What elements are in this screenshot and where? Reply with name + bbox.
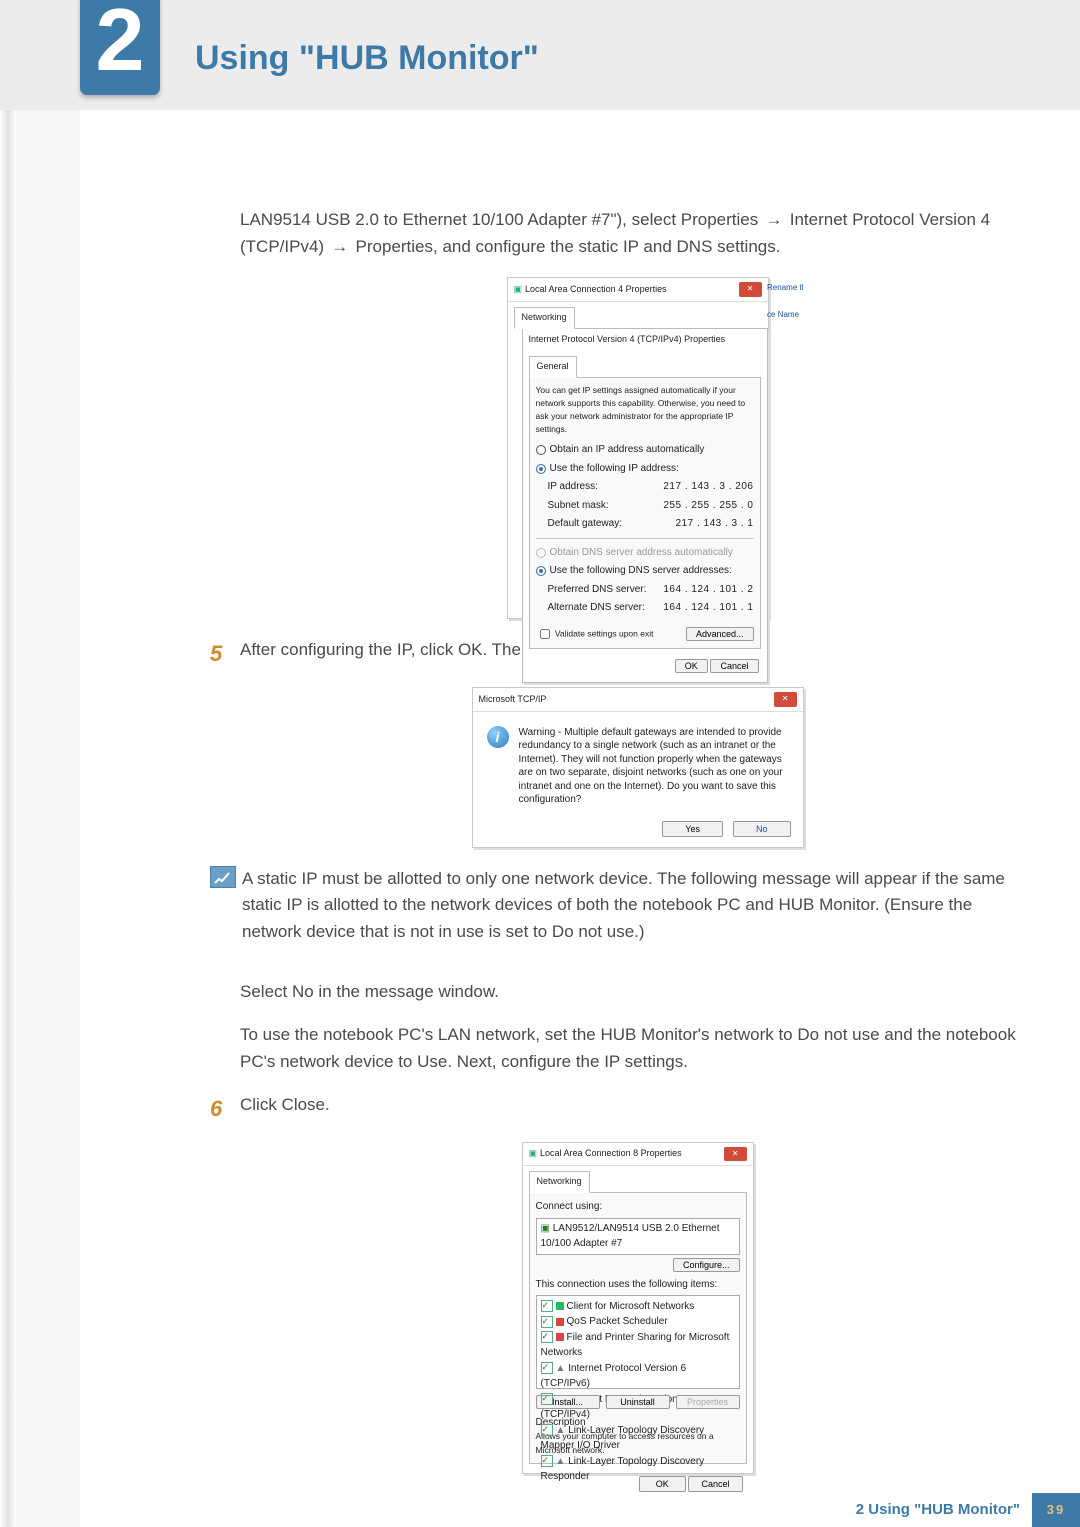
- window-title-bar: ▣ Local Area Connection 8 Properties ✕: [523, 1143, 753, 1166]
- field-default-gateway: Default gateway:217 . 143 . 3 . 1: [548, 516, 754, 532]
- connection-items-listbox[interactable]: Client for Microsoft Networks QoS Packet…: [536, 1295, 740, 1389]
- list-item[interactable]: File and Printer Sharing for Microsoft N…: [541, 1330, 735, 1361]
- close-icon[interactable]: ✕: [774, 692, 797, 706]
- info-icon: i: [487, 726, 509, 748]
- connection-items-label: This connection uses the following items…: [536, 1277, 740, 1293]
- uninstall-button[interactable]: Uninstall: [606, 1395, 670, 1409]
- arrow-right-icon: →: [329, 234, 351, 260]
- no-button[interactable]: No: [733, 821, 791, 837]
- intro-paragraph: LAN9514 USB 2.0 to Ethernet 10/100 Adapt…: [240, 207, 1035, 260]
- footer-chapter-title: 2 Using "HUB Monitor": [856, 1498, 1032, 1521]
- field-subnet-mask: Subnet mask:255 . 255 . 255 . 0: [548, 498, 754, 514]
- side-cename-label: ce Name: [767, 309, 803, 322]
- chapter-title: Using "HUB Monitor": [195, 32, 539, 85]
- networking-tab-body: Connect using: ▣ LAN9512/LAN9514 USB 2.0…: [529, 1192, 747, 1463]
- intro-text-4: Properties, and configure the static IP …: [356, 237, 781, 256]
- window-title-bar: Microsoft TCP/IP ✕: [473, 688, 803, 711]
- screenshot-tcp-ip-warning: Microsoft TCP/IP ✕ i Warning - Multiple …: [472, 687, 804, 847]
- connect-using-label: Connect using:: [536, 1199, 740, 1215]
- adapter-field: ▣ LAN9512/LAN9514 USB 2.0 Ethernet 10/10…: [536, 1218, 740, 1255]
- window-title-text: Microsoft TCP/IP: [479, 693, 547, 707]
- note-icon: [210, 866, 236, 888]
- warning-message-text: Warning - Multiple default gateways are …: [519, 726, 789, 807]
- adapter-name: LAN9512/LAN9514 USB 2.0 Ethernet 10/100 …: [541, 1223, 720, 1250]
- field-preferred-dns: Preferred DNS server:164 . 124 . 101 . 2: [548, 582, 754, 598]
- binding-bar: [0, 0, 16, 1527]
- screenshot-ipv4-properties: Rename tl ce Name ▣ Local Area Connectio…: [507, 277, 769, 619]
- radio-use-following-ip[interactable]: Use the following IP address:: [536, 461, 754, 477]
- window-title-text: Local Area Connection 8 Properties: [540, 1147, 682, 1161]
- warning-message-body: i Warning - Multiple default gateways ar…: [473, 712, 803, 815]
- properties-button[interactable]: Properties: [676, 1395, 740, 1409]
- ip-address-value[interactable]: 217 . 143 . 3 . 206: [663, 479, 753, 495]
- side-rename-label: Rename tl: [767, 282, 803, 295]
- note-paragraph-2: Select No in the message window.: [240, 979, 1035, 1005]
- inner-window-title: Internet Protocol Version 4 (TCP/IPv4) P…: [523, 329, 767, 351]
- chapter-header: 2 Using "HUB Monitor": [0, 0, 1080, 110]
- list-item[interactable]: Client for Microsoft Networks: [541, 1299, 735, 1315]
- page: 2 Using "HUB Monitor" LAN9514 USB 2.0 to…: [80, 0, 1080, 1527]
- subnet-mask-value[interactable]: 255 . 255 . 255 . 0: [663, 498, 753, 514]
- radio-obtain-ip-auto[interactable]: Obtain an IP address automatically: [536, 442, 754, 458]
- checkbox-validate-settings[interactable]: Validate settings upon exit: [536, 626, 654, 642]
- general-tab-body: You can get IP settings assigned automat…: [529, 377, 761, 649]
- intro-text-2: Internet Protocol: [790, 210, 915, 229]
- ip-settings-description: You can get IP settings assigned automat…: [536, 384, 754, 437]
- close-icon[interactable]: ✕: [739, 282, 762, 296]
- chapter-number-badge: 2: [80, 0, 160, 95]
- adapter-icon: ▣: [541, 1223, 550, 1234]
- tab-networking[interactable]: Networking: [514, 307, 575, 329]
- field-ip-address: IP address:217 . 143 . 3 . 206: [548, 479, 754, 495]
- tab-general[interactable]: General: [529, 356, 577, 378]
- configure-button[interactable]: Configure...: [673, 1258, 740, 1272]
- screenshot-lac8-properties: ▣ Local Area Connection 8 Properties ✕ N…: [522, 1142, 754, 1474]
- close-icon[interactable]: ✕: [724, 1147, 747, 1161]
- window-title-bar: ▣ Local Area Connection 4 Properties ✕: [508, 278, 768, 301]
- window-icon: ▣: [529, 1147, 538, 1161]
- window-title-text: Local Area Connection 4 Properties: [525, 283, 667, 297]
- ok-button[interactable]: OK: [675, 659, 708, 673]
- radio-use-following-dns[interactable]: Use the following DNS server addresses:: [536, 563, 754, 579]
- step-number-6: 6: [210, 1092, 240, 1126]
- field-alternate-dns: Alternate DNS server:164 . 124 . 101 . 1: [548, 600, 754, 616]
- list-item[interactable]: QoS Packet Scheduler: [541, 1314, 735, 1330]
- note-paragraph-3: To use the notebook PC's LAN network, se…: [240, 1022, 1035, 1075]
- page-footer: 2 Using "HUB Monitor" 39: [856, 1493, 1080, 1527]
- preferred-dns-value[interactable]: 164 . 124 . 101 . 2: [663, 582, 753, 598]
- yes-button[interactable]: Yes: [662, 821, 723, 837]
- window-icon: ▣: [514, 283, 523, 297]
- note-block: A static IP must be allotted to only one…: [240, 866, 1035, 962]
- step-6-text: Click Close.: [240, 1092, 330, 1118]
- radio-obtain-dns-auto[interactable]: Obtain DNS server address automatically: [536, 545, 754, 561]
- ok-button[interactable]: OK: [639, 1476, 686, 1492]
- description-text: Allows your computer to access resources…: [536, 1430, 740, 1456]
- cancel-button[interactable]: Cancel: [710, 659, 758, 673]
- step-number-5: 5: [210, 637, 240, 671]
- footer-page-number: 39: [1032, 1493, 1080, 1527]
- list-item[interactable]: ▲ Internet Protocol Version 6 (TCP/IPv6): [541, 1361, 735, 1392]
- tab-networking[interactable]: Networking: [529, 1171, 590, 1193]
- note-paragraph-1: A static IP must be allotted to only one…: [242, 866, 1035, 945]
- step-6-row: 6 Click Close.: [240, 1092, 1035, 1126]
- page-content: LAN9514 USB 2.0 to Ethernet 10/100 Adapt…: [80, 110, 1080, 1474]
- alternate-dns-value[interactable]: 164 . 124 . 101 . 1: [663, 600, 753, 616]
- arrow-right-icon: →: [763, 207, 785, 233]
- intro-text-1: LAN9514 USB 2.0 to Ethernet 10/100 Adapt…: [240, 210, 758, 229]
- advanced-button[interactable]: Advanced...: [686, 627, 754, 641]
- gateway-value[interactable]: 217 . 143 . 3 . 1: [676, 516, 754, 532]
- cancel-button[interactable]: Cancel: [688, 1476, 742, 1492]
